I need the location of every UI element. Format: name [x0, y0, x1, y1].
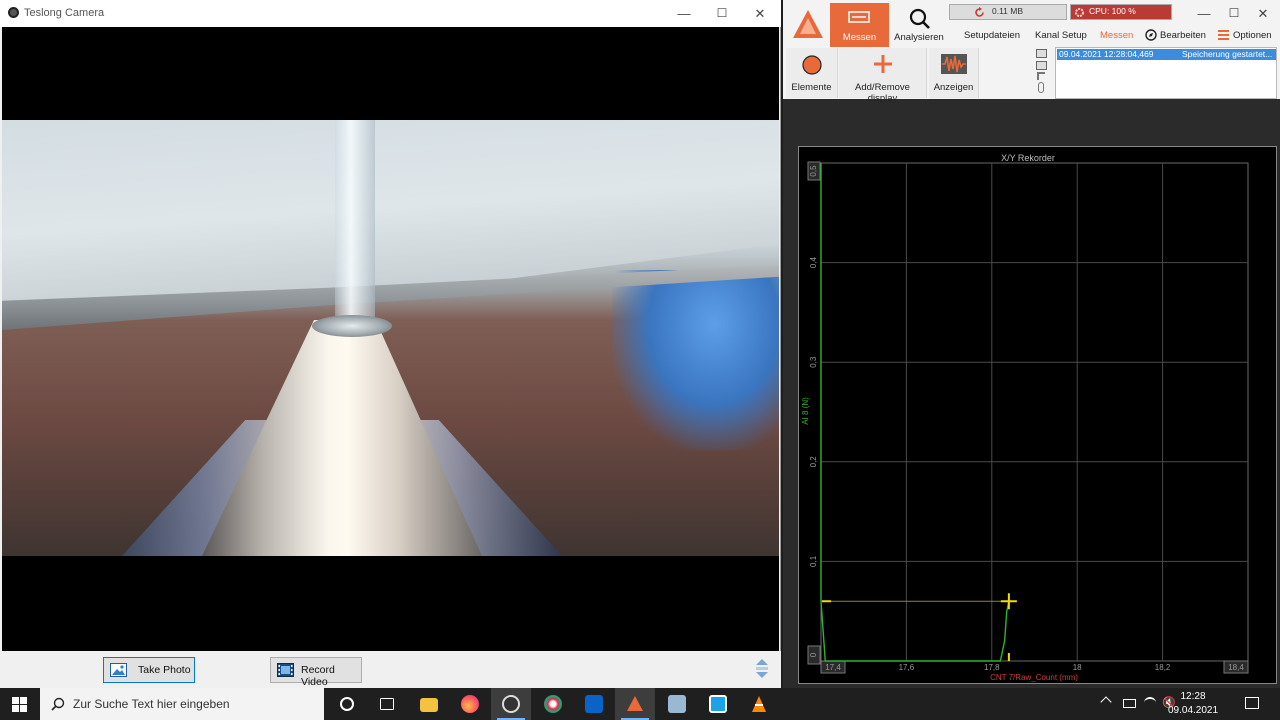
dewesoft-taskbar-icon[interactable]: [615, 688, 655, 720]
x-tick-label: 17,6: [899, 663, 915, 672]
anzeigen-label: Anzeigen: [933, 82, 974, 93]
firefox-icon[interactable]: [450, 688, 490, 720]
plus-icon: [874, 55, 892, 73]
y-tick-label: 0,4: [809, 256, 818, 268]
menu-kanal-setup[interactable]: Kanal Setup: [1035, 30, 1087, 41]
wifi-icon[interactable]: [1144, 697, 1156, 709]
xy-recorder-chart: X/Y Rekorder 17,4 17,6 17,8 18 18,2 18,4 0 0,1 0,…: [801, 153, 1249, 682]
cortana-icon[interactable]: [327, 688, 367, 720]
camera-window-title: Teslong Camera: [24, 7, 105, 19]
xy-recorder-panel[interactable]: X/Y Rekorder 17,4 17,6 17,8 18 18,2 18,4 0 0,1 0,…: [798, 146, 1277, 684]
event-log: 09.04.2021 12:28:04,469 Speicherung gest…: [1055, 47, 1277, 99]
measure-icon: [848, 11, 870, 23]
memory-value: 0.11 MB: [992, 6, 1024, 16]
cpu-value: CPU: 100 %: [1089, 6, 1136, 16]
tab-analysieren[interactable]: Analysieren: [891, 3, 947, 47]
plot-area: [820, 162, 1249, 662]
tab-messen[interactable]: Messen: [830, 3, 889, 47]
elemente-button[interactable]: Elemente: [786, 48, 838, 98]
microphone-icon[interactable]: [1038, 82, 1044, 93]
snipping-tool-icon[interactable]: [657, 688, 697, 720]
vlc-icon[interactable]: [739, 688, 779, 720]
x-tick-label: 18: [1073, 663, 1082, 672]
y-tick-label: 0,2: [809, 456, 818, 468]
clock-date: 09.04.2021: [1168, 705, 1219, 716]
search-placeholder: Zur Suche Text hier eingeben: [73, 697, 230, 711]
menu-optionen[interactable]: Optionen: [1233, 30, 1272, 41]
windows-start-icon[interactable]: [12, 697, 27, 712]
camera-footer: Take Photo Record Video: [0, 651, 781, 688]
camera-titlebar: Teslong Camera — ☐ ✕: [0, 0, 781, 27]
search-icon: [51, 697, 65, 711]
minimize-icon[interactable]: —: [665, 0, 703, 27]
take-photo-button[interactable]: Take Photo: [103, 657, 195, 683]
menu-messen[interactable]: Messen: [1100, 30, 1133, 41]
file-explorer-icon[interactable]: [409, 688, 449, 720]
taskbar-search-box[interactable]: Zur Suche Text hier eingeben: [40, 688, 324, 720]
menu-bearbeiten[interactable]: Bearbeiten: [1160, 30, 1206, 41]
maximize-icon[interactable]: ☐: [703, 0, 741, 27]
note-icon[interactable]: [1036, 61, 1047, 70]
x-tick-label: 17,8: [984, 663, 1000, 672]
y-tick-label: 0,1: [809, 555, 818, 567]
taskbar-clock[interactable]: 12:28 09.04.2021: [1168, 690, 1218, 718]
tray-chevron-icon[interactable]: [1100, 696, 1112, 708]
memory-indicator: 0.11 MB: [949, 4, 1067, 20]
add-remove-display-label: Add/Remove display: [855, 82, 910, 104]
sync-app-icon[interactable]: [698, 688, 738, 720]
record-dot-icon: [802, 55, 822, 75]
record-video-button[interactable]: Record Video: [270, 657, 362, 688]
x-tick-label: 17,4: [825, 663, 841, 672]
camera-app-icon: [8, 7, 19, 18]
teslong-camera-taskbar-icon[interactable]: [491, 688, 531, 720]
record-video-label: Record Video: [301, 664, 335, 688]
ribbon: Messen Analysieren 0.11 MB CPU: 100 % — …: [783, 0, 1280, 104]
menu-setupdateien[interactable]: Setupdateien: [964, 30, 1020, 41]
cpu-gear-icon: [1075, 8, 1084, 17]
notification-icon[interactable]: [1245, 697, 1259, 709]
film-icon: [277, 663, 294, 677]
x-axis-label: CNT 7/Raw_Count (mm): [990, 673, 1078, 682]
magnifier-icon: [909, 8, 930, 29]
camera-window: Teslong Camera — ☐ ✕ Take Photo Record V…: [0, 0, 781, 688]
dewesoft-close-icon[interactable]: ✕: [1244, 0, 1280, 26]
anzeigen-button[interactable]: Anzeigen: [929, 48, 979, 98]
cpu-indicator: CPU: 100 %: [1070, 4, 1172, 20]
paint-icon[interactable]: [533, 688, 573, 720]
task-view-icon[interactable]: [367, 688, 407, 720]
outlook-icon[interactable]: [574, 688, 614, 720]
take-photo-label: Take Photo: [138, 664, 191, 676]
log-time: 09.04.2021 12:28:04,469: [1059, 49, 1154, 59]
x-tick-label: 18,4: [1228, 663, 1244, 672]
log-message: Speicherung gestartet...: [1182, 49, 1273, 59]
y-axis-label: AI 8 (N): [801, 397, 810, 425]
photo-icon: [110, 663, 127, 677]
scroll-toggle-icon[interactable]: [753, 657, 771, 681]
add-remove-display-button[interactable]: Add/Remove display: [839, 48, 927, 104]
taskbar: Zur Suche Text hier eingeben 🔇 12:28 09.…: [0, 688, 1280, 720]
edit-compass-icon: [1145, 29, 1157, 41]
elemente-label: Elemente: [791, 82, 832, 93]
y-tick-label: 0: [809, 652, 818, 657]
dewesoft-window: Messen Analysieren 0.11 MB CPU: 100 % — …: [783, 0, 1280, 688]
y-tick-label: 0,3: [809, 356, 818, 368]
x-tick-label: 18,2: [1155, 663, 1171, 672]
camera-video-feed: [2, 27, 779, 651]
refresh-icon: [975, 7, 984, 17]
waveform-icon: [941, 54, 967, 74]
camera-image: [2, 120, 779, 556]
y-tick-label: 0,5: [809, 165, 818, 177]
log-row[interactable]: 09.04.2021 12:28:04,469 Speicherung gest…: [1057, 49, 1276, 60]
options-menu-icon: [1218, 30, 1229, 40]
tab-messen-label: Messen: [842, 32, 877, 43]
dewesoft-logo-icon[interactable]: [789, 6, 827, 44]
close-icon[interactable]: ✕: [741, 0, 779, 27]
pointer-icon[interactable]: [1037, 72, 1045, 80]
tab-analysieren-label: Analysieren: [894, 32, 944, 43]
clock-time: 12:28: [1180, 691, 1206, 702]
chart-title: X/Y Rekorder: [1001, 153, 1055, 163]
battery-icon[interactable]: [1123, 699, 1136, 708]
list-icon[interactable]: [1036, 49, 1047, 58]
